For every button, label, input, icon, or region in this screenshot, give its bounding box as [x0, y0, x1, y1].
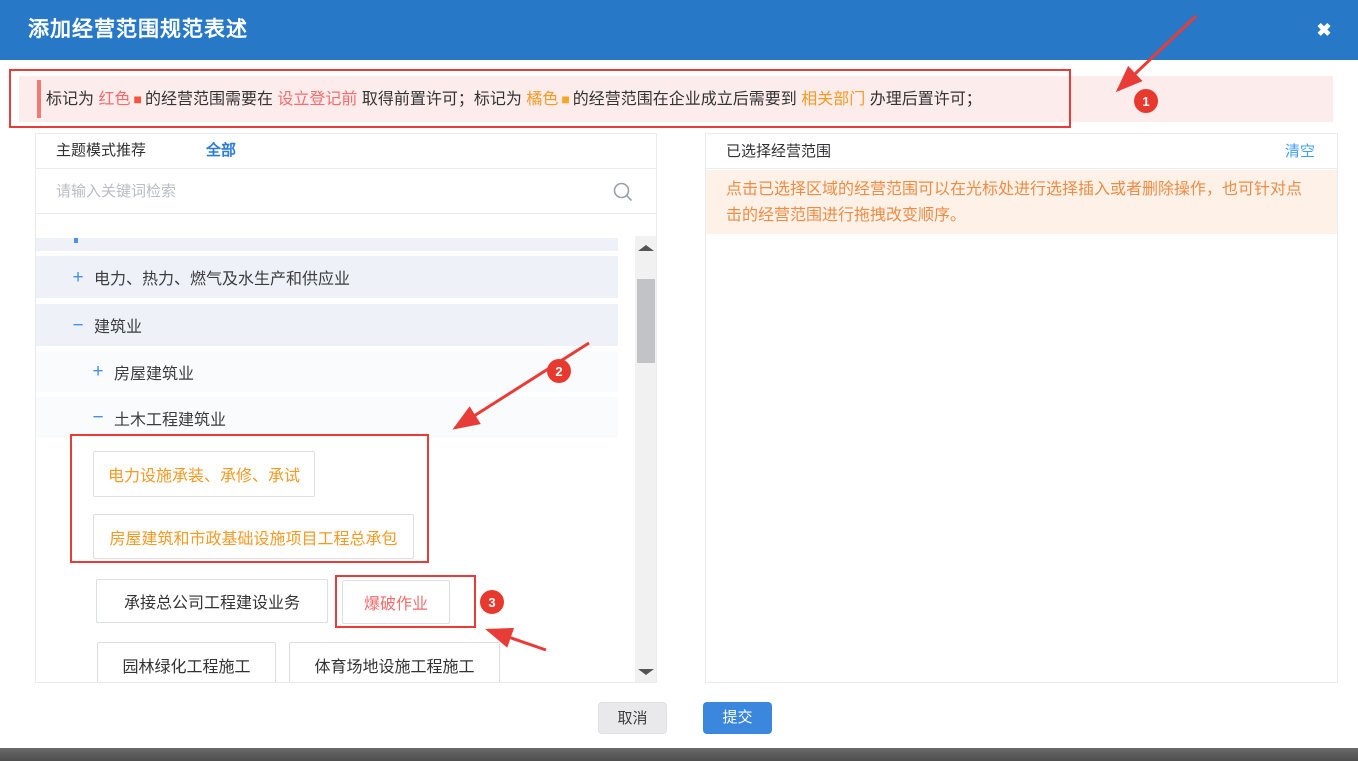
notice-segment: 标记为 [46, 91, 98, 108]
notice-segment: 的经营范围需要在 [145, 91, 277, 108]
tree-row-label: 建筑业 [94, 313, 142, 337]
tree-row[interactable]: + 房屋建筑业 [36, 351, 618, 392]
legend-color-square: ■ [133, 91, 141, 107]
tab-all[interactable]: 全部 [206, 134, 236, 168]
search-input[interactable] [56, 169, 596, 213]
submit-button[interactable]: 提交 [703, 702, 772, 734]
notice-text: 标记为 红色■的经营范围需要在 设立登记前 取得前置许可；标记为 橘色■的经营范… [46, 76, 1323, 123]
scope-tag[interactable]: 房屋建筑和市政基础设施项目工程总承包 [93, 514, 414, 559]
legend-color-square: ■ [561, 91, 569, 107]
scroll-down-icon[interactable] [638, 669, 654, 675]
add-business-scope-modal: 添加经营范围规范表述 ✖ 标记为 红色■的经营范围需要在 设立登记前 取得前置许… [0, 0, 1358, 761]
search-bar [36, 169, 656, 214]
notice-segment: 取得前置许可；标记为 [357, 91, 526, 108]
legend-notice: 标记为 红色■的经营范围需要在 设立登记前 取得前置许可；标记为 橘色■的经营范… [19, 76, 1333, 122]
scope-tag[interactable]: 电力设施承装、承修、承试 [93, 451, 315, 497]
page-bottom-bar [0, 748, 1358, 761]
expand-icon[interactable]: + [69, 268, 87, 287]
tree-row-label: 土木工程建筑业 [114, 406, 226, 430]
scope-tag[interactable]: 承接总公司工程建设业务 [96, 579, 328, 623]
scope-tag[interactable]: 爆破作业 [342, 580, 450, 624]
notice-segment: 办理后置许可； [865, 91, 981, 108]
scroll-up-icon[interactable] [638, 245, 654, 251]
category-panel: 主题模式推荐全部 +电力、热力、燃气及水生产和供应业−建筑业+房屋建筑业−土木工… [35, 133, 657, 683]
category-tree: +电力、热力、燃气及水生产和供应业−建筑业+房屋建筑业−土木工程建筑业 电力设施… [36, 215, 656, 682]
scope-tag[interactable]: 体育场地设施工程施工 [289, 642, 500, 683]
scrollbar-track[interactable] [635, 236, 657, 683]
cancel-button[interactable]: 取消 [598, 702, 667, 734]
notice-segment: 红色 [98, 91, 130, 108]
scrollbar-thumb[interactable] [637, 279, 655, 363]
scope-tag[interactable]: 园林绿化工程施工 [97, 642, 276, 683]
notice-accent-bar [37, 80, 41, 118]
collapse-icon[interactable]: − [69, 316, 87, 335]
notice-segment: 相关部门 [801, 91, 865, 108]
close-icon[interactable]: ✖ [1306, 0, 1342, 60]
selected-scope-panel: 已选择经营范围 清空 点击已选择区域的经营范围可以在光标处进行选择插入或者删除操… [705, 133, 1338, 683]
notice-segment: 的经营范围在企业成立后需要到 [573, 91, 801, 108]
notice-segment: 橘色 [526, 91, 558, 108]
modal-title: 添加经营范围规范表述 [28, 0, 248, 60]
magnifier-icon[interactable] [612, 181, 634, 208]
category-tabs: 主题模式推荐 全部 [36, 134, 656, 169]
tree-row[interactable]: −土木工程建筑业 [36, 397, 618, 438]
tab-theme-recommend[interactable]: 主题模式推荐 [56, 134, 146, 168]
tree-row-partial[interactable] [36, 238, 618, 251]
collapse-icon[interactable]: − [89, 408, 107, 427]
selected-scope-header: 已选择经营范围 清空 [706, 134, 1337, 169]
expand-icon[interactable]: + [89, 362, 107, 381]
notice-segment: 设立登记前 [277, 91, 357, 108]
modal-header: 添加经营范围规范表述 ✖ [0, 0, 1358, 60]
tree-row[interactable]: + 电力、热力、燃气及水生产和供应业 [36, 256, 618, 298]
selected-scope-title: 已选择经营范围 [726, 134, 831, 169]
partial-expand-icon [74, 238, 78, 243]
tree-row-label: 房屋建筑业 [114, 360, 194, 384]
tree-row[interactable]: −建筑业 [36, 304, 618, 346]
tree-row-label: 电力、热力、燃气及水生产和供应业 [94, 265, 350, 289]
selected-scope-hint: 点击已选择区域的经营范围可以在光标处进行选择插入或者删除操作，也可针对点击的经营… [706, 170, 1337, 234]
clear-link[interactable]: 清空 [1285, 134, 1315, 169]
